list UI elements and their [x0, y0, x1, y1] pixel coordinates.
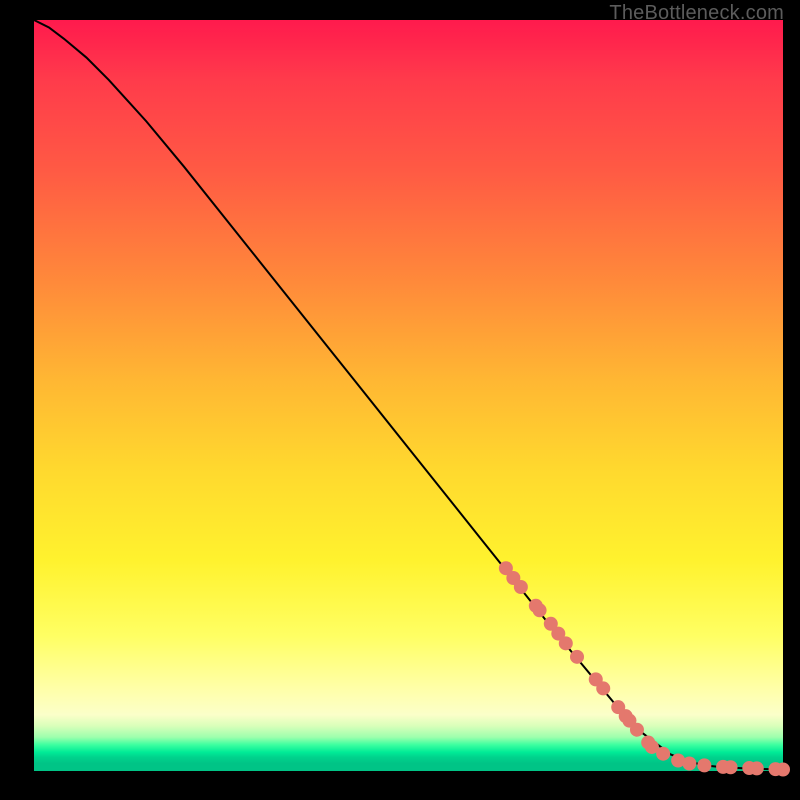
- highlight-dot: [656, 747, 670, 761]
- curve-line: [34, 20, 783, 770]
- highlight-dot: [514, 580, 528, 594]
- highlight-dots-group: [499, 561, 790, 776]
- highlight-dot: [570, 650, 584, 664]
- highlight-dot: [630, 723, 644, 737]
- highlight-dot: [682, 756, 696, 770]
- watermark-text: TheBottleneck.com: [609, 2, 784, 25]
- chart-frame: TheBottleneck.com: [0, 0, 800, 800]
- highlight-dot: [533, 603, 547, 617]
- highlight-dot: [724, 760, 738, 774]
- plot-area: [34, 20, 783, 771]
- chart-svg: [34, 20, 783, 771]
- highlight-dot: [596, 681, 610, 695]
- highlight-dot: [559, 636, 573, 650]
- highlight-dot: [697, 758, 711, 772]
- highlight-dot: [776, 763, 790, 777]
- highlight-dot: [750, 761, 764, 775]
